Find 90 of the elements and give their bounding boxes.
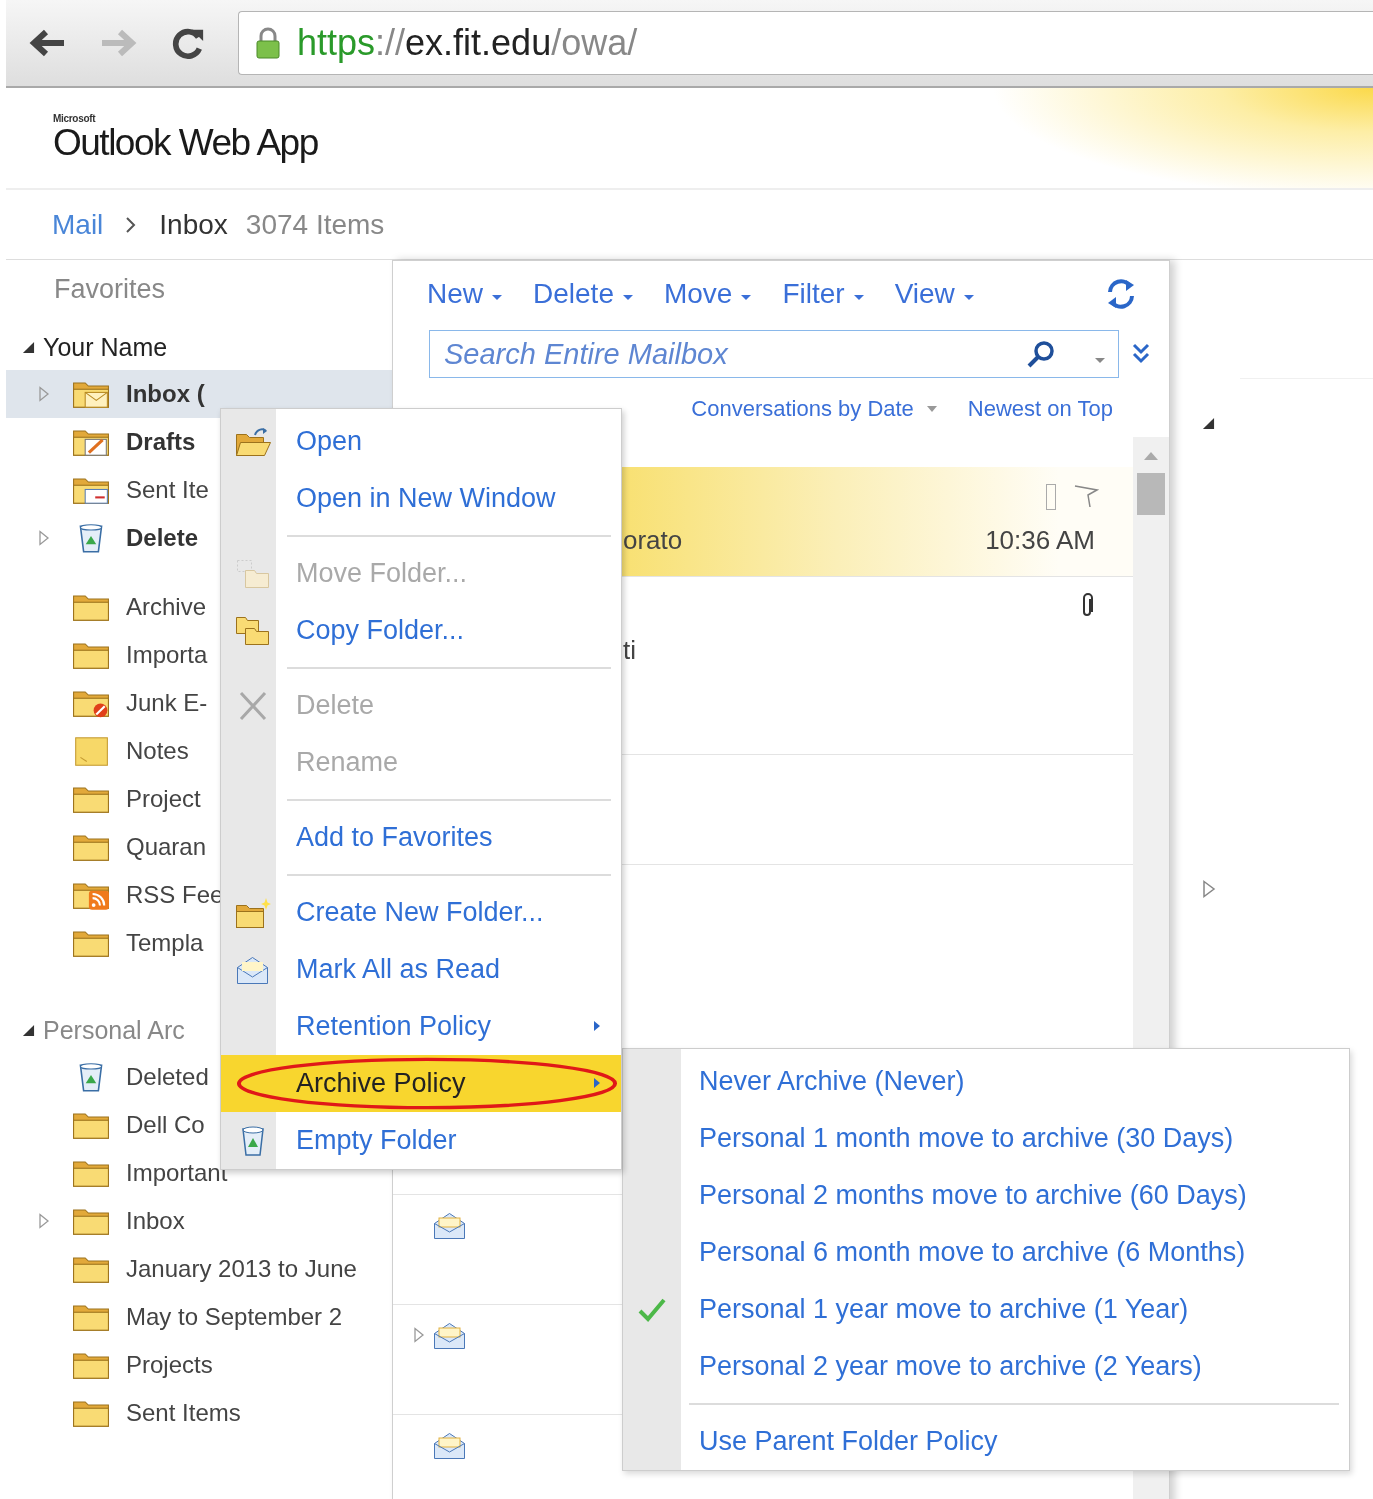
menu-item[interactable]: Personal 2 months move to archive (60 Days) (623, 1167, 1349, 1224)
scroll-thumb[interactable] (1137, 473, 1165, 515)
copy-folder-icon (234, 614, 271, 647)
menu-item[interactable]: Personal 2 year move to archive (2 Years) (623, 1338, 1349, 1395)
expand-triangle-icon[interactable] (38, 386, 50, 402)
caret-icon (491, 293, 503, 301)
folder-icon (72, 1110, 110, 1140)
mailbox-label[interactable]: Your Name (43, 332, 168, 362)
expand-triangle-icon[interactable] (1202, 880, 1216, 898)
message-preview: ti (623, 635, 636, 666)
folder-item[interactable]: Inbox (6, 1197, 392, 1245)
double-chevron-icon[interactable] (1131, 342, 1151, 366)
folder-icon (72, 784, 110, 814)
flag-icon[interactable] (1073, 483, 1099, 509)
expanded-triangle-icon[interactable] (22, 340, 35, 354)
folder-icon (72, 1158, 110, 1188)
caret-icon (621, 293, 634, 301)
folder-icon (72, 928, 110, 958)
vendor-name: Microsoft (53, 112, 97, 124)
new-folder-icon (234, 896, 271, 929)
mailbox-label[interactable]: Personal Arc (43, 1015, 185, 1045)
folder-item[interactable]: Projects (6, 1341, 392, 1389)
note-icon (72, 736, 110, 766)
folder-icon (72, 832, 110, 862)
folder-item[interactable]: January 2013 to June (6, 1245, 392, 1293)
open-envelope-icon (433, 1211, 467, 1241)
open-envelope-icon (433, 1431, 467, 1461)
category-box-icon[interactable] (1045, 483, 1057, 511)
checkmark-icon (637, 1296, 667, 1323)
menu-item[interactable]: Personal 6 month move to archive (6 Months) (623, 1224, 1349, 1281)
expanded-triangle-icon[interactable] (22, 1023, 35, 1037)
menu-item[interactable]: Archive Policy (221, 1055, 621, 1112)
search-box[interactable]: Search Entire Mailbox (429, 330, 1119, 378)
menu-item[interactable]: Never Archive (Never) (623, 1053, 1349, 1110)
toolbar-menu-button[interactable]: Delete (533, 278, 634, 310)
caret-icon (852, 293, 865, 301)
caret-icon (925, 405, 938, 413)
refresh-icon[interactable] (1105, 277, 1137, 311)
item-count: 3074 Items (245, 208, 385, 241)
menu-item[interactable]: Retention Policy (221, 998, 621, 1055)
inbox-folder-icon (72, 379, 110, 409)
toolbar-menu-button[interactable]: Move (663, 278, 753, 310)
address-bar[interactable]: https://ex.fit.edu/owa/ (238, 11, 1373, 75)
folder-icon (72, 1350, 110, 1380)
sort-order-link[interactable]: Newest on Top (967, 396, 1113, 422)
folder-icon (72, 1398, 110, 1428)
toolbar-menu-button[interactable]: New (427, 278, 503, 310)
url-text: https://ex.fit.edu/owa/ (297, 22, 638, 64)
folder-icon (72, 1302, 110, 1332)
folder-title: Inbox (159, 208, 228, 241)
open-folder-icon (234, 425, 271, 458)
expanded-triangle-icon[interactable] (1202, 417, 1215, 430)
sent-folder-icon (72, 475, 110, 505)
menu-item[interactable]: Create New Folder... (221, 884, 621, 941)
sender-name: orato (623, 525, 683, 556)
folder-icon (72, 592, 110, 622)
app-logo: Outlook Web App (53, 121, 318, 164)
search-icon[interactable] (1026, 339, 1056, 369)
folder-item[interactable]: May to September 2 (6, 1293, 392, 1341)
expand-triangle-icon[interactable] (413, 1327, 425, 1343)
rss-folder-icon (72, 880, 110, 910)
folder-icon (72, 1206, 110, 1236)
caret-icon (962, 293, 975, 301)
chevron-icon (125, 215, 138, 234)
junk-folder-icon (72, 688, 110, 718)
toolbar-menu-button[interactable]: View (894, 278, 975, 310)
move-folder-icon (234, 557, 271, 590)
scroll-up-icon[interactable] (1143, 451, 1159, 461)
menu-item[interactable]: Mark All as Read (221, 941, 621, 998)
message-time: 10:36 AM (985, 525, 1095, 556)
folder-icon (72, 640, 110, 670)
search-input[interactable]: Search Entire Mailbox (442, 336, 1016, 372)
folder-icon (72, 1254, 110, 1284)
menu-item[interactable]: Empty Folder (221, 1112, 621, 1169)
folder-item[interactable]: Inbox ( (6, 370, 392, 418)
dropdown-caret-icon[interactable] (1094, 356, 1106, 364)
lock-icon (255, 27, 281, 59)
favorites-heading[interactable]: Favorites (6, 274, 392, 314)
caret-icon (740, 293, 753, 301)
folder-item[interactable]: Sent Items (6, 1389, 392, 1437)
mail-link[interactable]: Mail (52, 208, 104, 241)
toolbar-menu-button[interactable]: Filter (782, 278, 865, 310)
open-envelope-icon (433, 1321, 467, 1351)
expand-triangle-icon[interactable] (38, 1213, 50, 1229)
menu-item[interactable]: Personal 1 year move to archive (1 Year) (623, 1281, 1349, 1338)
menu-item[interactable]: Personal 1 month move to archive (30 Days) (623, 1110, 1349, 1167)
drafts-folder-icon (72, 427, 110, 457)
arrange-by-menu[interactable]: Conversations by Date (691, 396, 938, 422)
menu-item[interactable]: Use Parent Folder Policy (623, 1413, 1349, 1470)
expand-triangle-icon[interactable] (38, 530, 50, 546)
